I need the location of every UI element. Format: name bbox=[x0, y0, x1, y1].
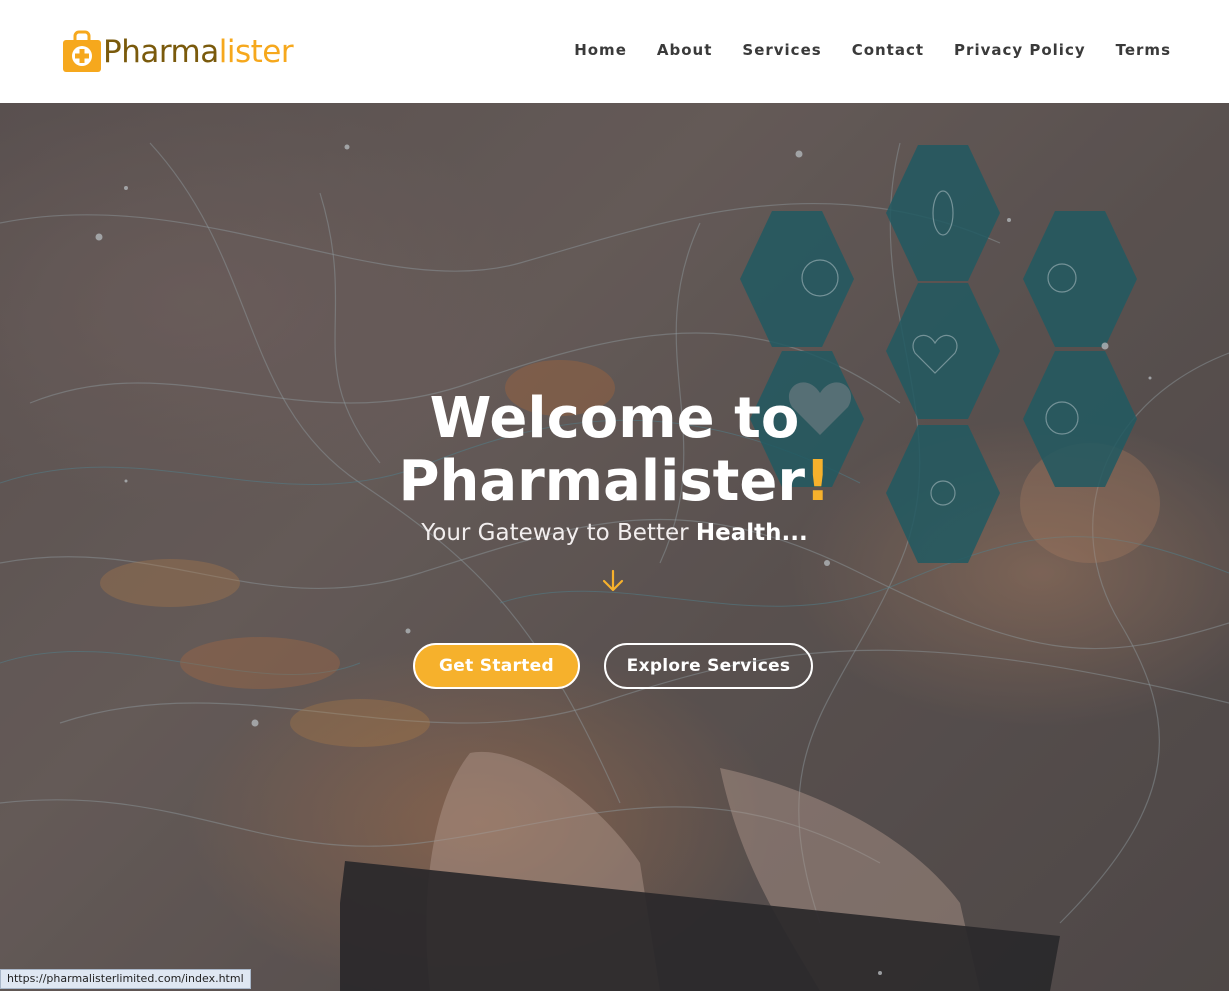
main-nav: Home About Services Contact Privacy Poli… bbox=[559, 40, 1171, 60]
nav-privacy-policy[interactable]: Privacy Policy bbox=[939, 40, 1101, 60]
hero-title-exclamation: ! bbox=[805, 449, 831, 514]
brand-name-part1: Pharma bbox=[103, 33, 219, 70]
nav-terms[interactable]: Terms bbox=[1101, 40, 1171, 60]
get-started-button[interactable]: Get Started bbox=[413, 643, 580, 689]
explore-services-button[interactable]: Explore Services bbox=[604, 643, 813, 689]
site-header: Pharmalister Home About Services Contact… bbox=[0, 0, 1229, 103]
brand-name-part2: lister bbox=[218, 33, 294, 70]
hero-title-brand: Pharmalister bbox=[398, 449, 805, 514]
hero-subtitle-bold: Health... bbox=[695, 520, 808, 546]
brand-logo[interactable]: Pharmalister bbox=[61, 30, 294, 74]
browser-status-url: https://pharmalisterlimited.com/index.ht… bbox=[0, 969, 251, 989]
medical-bag-plus-icon bbox=[63, 30, 101, 72]
nav-about[interactable]: About bbox=[642, 40, 728, 60]
brand-name: Pharmalister bbox=[103, 33, 294, 70]
hero-subtitle: Your Gateway to Better Health... bbox=[0, 520, 1229, 546]
hero-title-line2: Pharmalister! bbox=[0, 451, 1229, 513]
nav-home[interactable]: Home bbox=[559, 40, 642, 60]
hero-title-line1: Welcome to bbox=[429, 386, 800, 451]
nav-services[interactable]: Services bbox=[727, 40, 836, 60]
hero-content: Welcome to Pharmalister! Your Gateway to… bbox=[0, 103, 1229, 991]
hero-subtitle-regular: Your Gateway to Better bbox=[421, 520, 689, 546]
arrow-down-icon[interactable] bbox=[601, 568, 625, 594]
hero-section: Welcome to Pharmalister! Your Gateway to… bbox=[0, 103, 1229, 991]
nav-contact[interactable]: Contact bbox=[837, 40, 939, 60]
